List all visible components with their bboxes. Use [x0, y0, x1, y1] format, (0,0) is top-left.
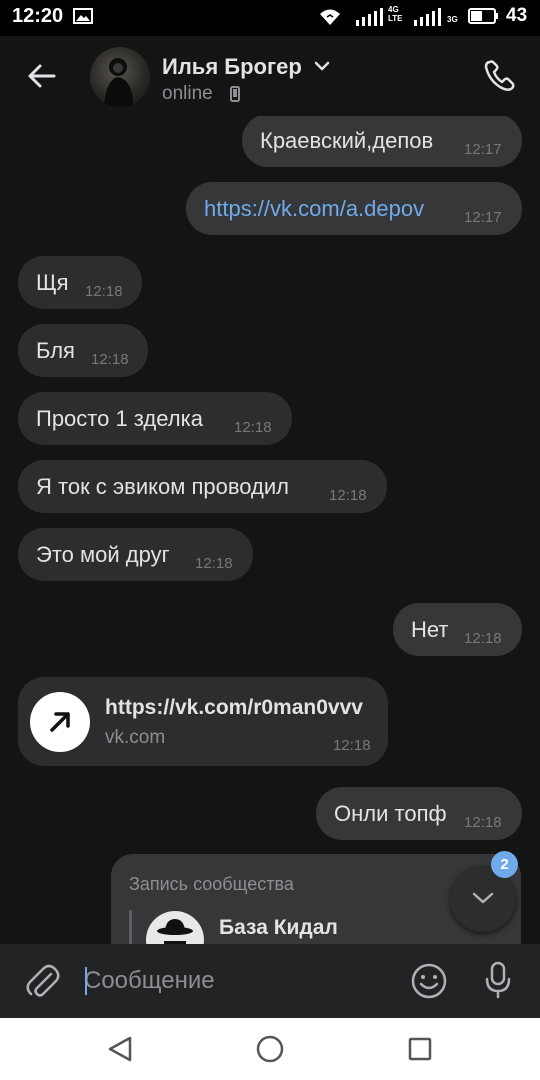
message-bubble-incoming[interactable]: Просто 1 зделка 12:18	[18, 392, 292, 445]
message-bubble-incoming[interactable]: Это мой друг 12:18	[18, 528, 253, 581]
community-avatar[interactable]	[146, 911, 204, 944]
nav-back-icon[interactable]	[106, 1035, 134, 1063]
link-preview-title[interactable]: https://vk.com/r0man0vvv	[105, 696, 363, 720]
message-time: 12:18	[464, 814, 502, 831]
call-icon[interactable]	[481, 58, 519, 94]
message-bubble-incoming[interactable]: Я ток с эвиком проводил 12:18	[18, 460, 387, 513]
message-text: Нет	[411, 617, 449, 642]
chat-header: Илья Брогер online	[0, 36, 540, 116]
message-time: 12:18	[91, 351, 129, 368]
message-time: 12:18	[333, 737, 371, 754]
message-bubble-incoming[interactable]: Щя 12:18	[18, 256, 142, 309]
contact-status: online	[162, 83, 213, 104]
message-link[interactable]: https://vk.com/a.depov	[204, 196, 424, 222]
mobile-phone-icon	[230, 86, 240, 102]
message-text: Щя	[36, 270, 69, 295]
message-time: 12:18	[234, 419, 272, 436]
message-input[interactable]	[84, 963, 384, 999]
message-bubble-outgoing[interactable]: Нет 12:18	[393, 603, 522, 656]
link-preview-card[interactable]: https://vk.com/r0man0vvv vk.com 12:18	[18, 677, 388, 766]
message-bubble-outgoing[interactable]: https://vk.com/a.depov 12:17	[186, 182, 522, 235]
battery-icon	[468, 8, 498, 24]
back-arrow-icon[interactable]	[24, 58, 60, 94]
text-cursor	[85, 967, 87, 995]
message-bubble-outgoing[interactable]: Краевский,депов 12:17	[242, 116, 522, 167]
message-text: Краевский,депов	[260, 128, 434, 153]
message-time: 12:18	[464, 630, 502, 647]
signal-icon-2	[414, 8, 441, 26]
message-time: 12:18	[329, 487, 367, 504]
message-text: Бля	[36, 338, 75, 363]
avatar-figure	[104, 58, 134, 107]
chevron-down-icon[interactable]	[314, 60, 330, 72]
message-text: Просто 1 зделка	[36, 406, 203, 431]
repost-quote-bar	[129, 910, 132, 944]
network-type-label-2: 3G	[447, 15, 458, 24]
community-name[interactable]: База Кидал	[219, 916, 338, 940]
repost-label: Запись сообщества	[129, 874, 294, 894]
nav-recents-icon[interactable]	[408, 1037, 432, 1061]
message-time: 12:18	[85, 283, 123, 300]
message-time: 12:17	[464, 141, 502, 158]
status-time: 12:20	[12, 5, 64, 27]
contact-name[interactable]: Илья Брогер	[162, 54, 302, 80]
message-time: 12:18	[195, 555, 233, 572]
network-type-label: 4G LTE	[388, 5, 403, 23]
message-bubble-incoming[interactable]: Бля 12:18	[18, 324, 148, 377]
message-time: 12:17	[464, 209, 502, 226]
system-navigation-bar	[0, 1018, 540, 1080]
status-bar: 12:20 4G LTE 3G 43	[0, 0, 540, 36]
nav-home-icon[interactable]	[256, 1035, 284, 1063]
message-text: Это мой друг	[36, 542, 170, 567]
external-link-icon	[30, 692, 90, 752]
gallery-notification-icon	[73, 8, 93, 24]
wifi-icon	[320, 9, 340, 25]
signal-icon	[356, 8, 383, 26]
paperclip-icon[interactable]	[24, 962, 60, 1000]
message-text: Онли топф	[334, 801, 447, 826]
battery-percent: 43	[506, 5, 528, 26]
message-bubble-outgoing[interactable]: Онли топф 12:18	[316, 787, 522, 840]
spy-figure	[146, 911, 204, 944]
message-list[interactable]: Краевский,депов 12:17 https://vk.com/a.d…	[0, 116, 540, 944]
contact-avatar[interactable]	[90, 47, 150, 107]
unread-count-badge: 2	[491, 851, 518, 878]
chevron-down-icon	[472, 892, 494, 904]
message-text: Я ток с эвиком проводил	[36, 474, 289, 499]
link-preview-domain: vk.com	[105, 727, 166, 748]
smile-icon[interactable]	[410, 962, 448, 1000]
message-composer	[0, 944, 540, 1018]
mic-icon[interactable]	[482, 960, 514, 1000]
